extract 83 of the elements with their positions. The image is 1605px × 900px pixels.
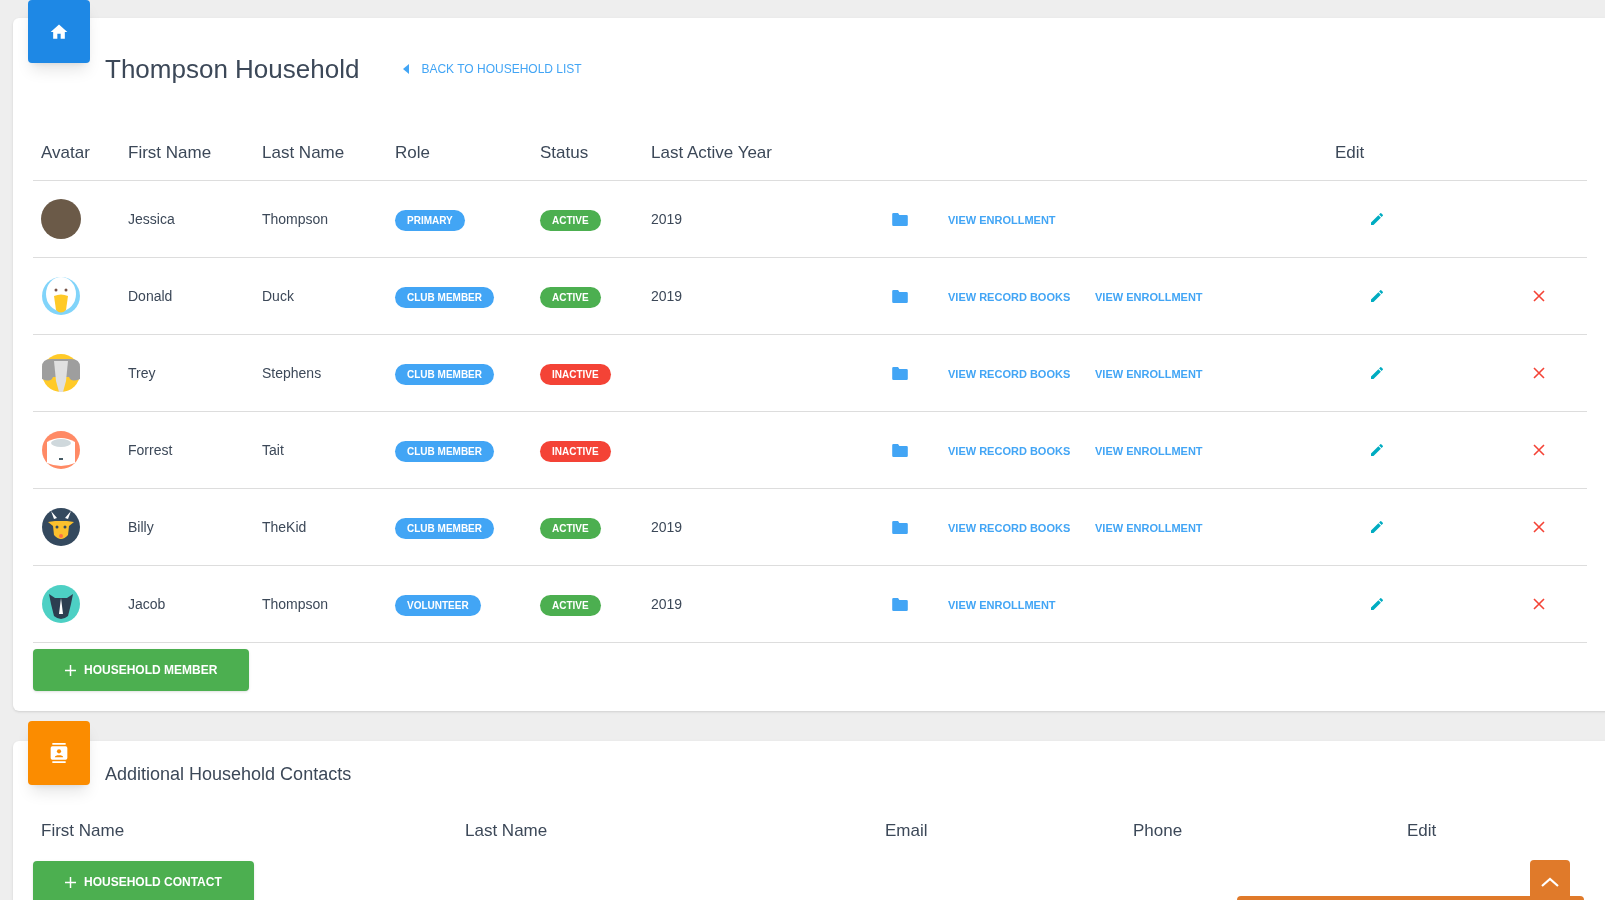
view-link[interactable]: VIEW ENROLLMENT — [1095, 522, 1203, 534]
view-link[interactable]: VIEW RECORD BOOKS — [948, 522, 1071, 534]
photo-placeholder — [41, 199, 81, 239]
close-icon[interactable] — [1533, 598, 1545, 610]
last-name-cell-text: Thompson — [262, 594, 330, 614]
year-cell: 2019 — [651, 288, 683, 304]
first-name-cell-text: Trey — [128, 363, 157, 383]
column-header: First Name — [128, 141, 213, 164]
back-link[interactable]: BACK TO HOUSEHOLD LIST — [403, 60, 582, 78]
view-link[interactable]: VIEW ENROLLMENT — [948, 599, 1056, 611]
view-link[interactable]: VIEW RECORD BOOKS — [948, 445, 1071, 457]
view-link[interactable]: VIEW ENROLLMENT — [1095, 368, 1203, 380]
role-badge: CLUB MEMBER — [395, 518, 494, 539]
add-household-member-button[interactable]: HOUSEHOLD MEMBER — [33, 649, 250, 691]
caret-left-icon — [403, 64, 410, 74]
rhino-avatar-icon — [41, 584, 81, 624]
role-badge: PRIMARY — [395, 210, 465, 231]
duck-avatar-icon — [41, 276, 81, 316]
column-header: Edit — [1407, 820, 1438, 843]
goat-avatar-icon — [41, 507, 81, 547]
first-name-cell-text: Billy — [128, 517, 155, 537]
first-name-cell-text: Jessica — [128, 209, 176, 229]
column-header: Edit — [1335, 141, 1366, 164]
folder-icon[interactable] — [892, 366, 908, 380]
column-header: Last Active Year — [651, 141, 773, 164]
column-header: Status — [540, 141, 590, 164]
page-title: Thompson Household — [105, 52, 360, 86]
pencil-icon[interactable] — [1369, 288, 1385, 304]
status-badge: ACTIVE — [540, 595, 601, 616]
year-cell: 2019 — [651, 519, 683, 535]
folder-icon[interactable] — [892, 443, 908, 457]
pencil-icon[interactable] — [1369, 519, 1385, 535]
role-badge: CLUB MEMBER — [395, 441, 494, 462]
last-name-cell-text: Thompson — [262, 209, 330, 229]
first-name-cell-text: Donald — [128, 286, 174, 306]
column-header: Avatar — [41, 141, 91, 164]
plus-icon — [65, 664, 76, 676]
column-header: Phone — [1133, 820, 1184, 843]
last-name-cell-text: Duck — [262, 286, 295, 306]
last-name-cell-text: Tait — [262, 440, 285, 460]
section-title: Additional Household Contacts — [105, 762, 352, 786]
close-icon[interactable] — [1533, 521, 1545, 533]
column-header: First Name — [41, 820, 126, 843]
first-name-cell-text: Jacob — [128, 594, 167, 614]
folder-icon[interactable] — [892, 212, 908, 226]
role-badge: VOLUNTEER — [395, 595, 481, 616]
year-cell: 2019 — [651, 211, 683, 227]
sheep-avatar-icon — [41, 430, 81, 470]
status-badge: INACTIVE — [540, 441, 611, 462]
folder-icon[interactable] — [892, 520, 908, 534]
contact-card-icon — [49, 741, 69, 765]
role-badge: CLUB MEMBER — [395, 364, 494, 385]
pencil-icon[interactable] — [1369, 211, 1385, 227]
column-header: Last Name — [465, 820, 549, 843]
pencil-icon[interactable] — [1369, 596, 1385, 612]
pencil-icon[interactable] — [1369, 442, 1385, 458]
column-header: Last Name — [262, 141, 346, 164]
chevron-up-icon — [1540, 876, 1560, 888]
view-link[interactable]: VIEW RECORD BOOKS — [948, 291, 1071, 303]
year-cell: 2019 — [651, 596, 683, 612]
plus-icon — [65, 876, 76, 888]
status-badge: ACTIVE — [540, 287, 601, 308]
column-header: Email — [885, 820, 929, 843]
view-link[interactable]: VIEW RECORD BOOKS — [948, 368, 1071, 380]
close-icon[interactable] — [1533, 444, 1545, 456]
folder-icon[interactable] — [892, 289, 908, 303]
last-name-cell-text: TheKid — [262, 517, 308, 537]
status-badge: ACTIVE — [540, 210, 601, 231]
view-link[interactable]: VIEW ENROLLMENT — [948, 214, 1056, 226]
elephant-avatar-icon — [41, 353, 81, 393]
view-link[interactable]: VIEW ENROLLMENT — [1095, 291, 1203, 303]
first-name-cell-text: Forrest — [128, 440, 174, 460]
add-household-contact-button[interactable]: HOUSEHOLD CONTACT — [33, 861, 254, 900]
view-link[interactable]: VIEW ENROLLMENT — [1095, 445, 1203, 457]
close-icon[interactable] — [1533, 367, 1545, 379]
last-name-cell-text: Stephens — [262, 363, 323, 383]
folder-icon[interactable] — [892, 597, 908, 611]
pencil-icon[interactable] — [1369, 365, 1385, 381]
role-badge: CLUB MEMBER — [395, 287, 494, 308]
column-header: Role — [395, 141, 431, 164]
status-badge: INACTIVE — [540, 364, 611, 385]
status-badge: ACTIVE — [540, 518, 601, 539]
close-icon[interactable] — [1533, 290, 1545, 302]
